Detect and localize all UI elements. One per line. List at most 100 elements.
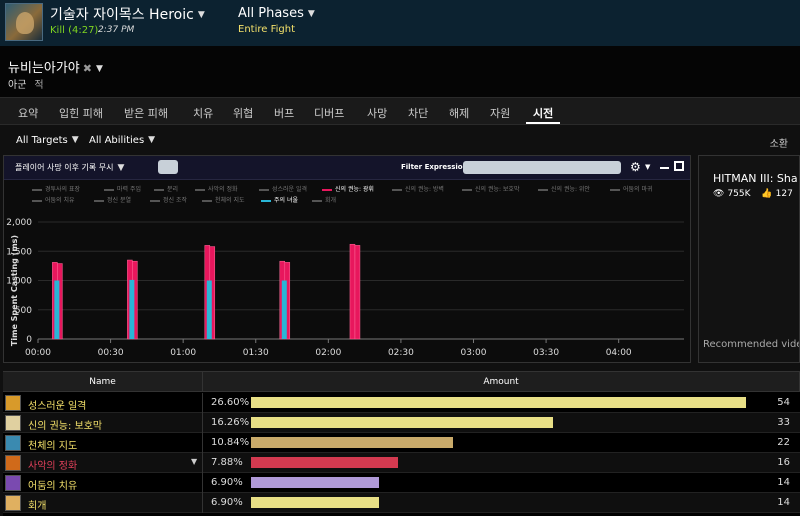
spell-icon xyxy=(5,495,21,511)
ability-name[interactable]: 회개 xyxy=(28,497,46,512)
ability-name[interactable]: 성스러운 일격 xyxy=(28,397,86,412)
x-tick-label: 03:00 xyxy=(461,348,487,358)
ability-name[interactable]: 사악의 정화 xyxy=(28,457,77,472)
y-tick-label: 2,000 xyxy=(6,218,32,228)
amount-bar xyxy=(251,497,379,508)
cast-count: 14 xyxy=(777,477,790,488)
cast-percent: 7.88% xyxy=(211,457,243,468)
chevron-down-icon: ▼ xyxy=(197,10,205,20)
cast-chart: 05001,0001,5002,00000:00 00:30 01:00 01:30 0… xyxy=(6,218,684,358)
chevron-down-icon[interactable]: ▼ xyxy=(96,64,103,74)
column-header-amount[interactable]: Amount xyxy=(203,372,800,392)
tab-5[interactable]: 버프 xyxy=(274,105,294,121)
spell-icon xyxy=(5,455,21,471)
targets-label: All Targets xyxy=(16,135,68,146)
tab-2[interactable]: 받은 피해 xyxy=(124,105,168,121)
cast-percent: 6.90% xyxy=(211,477,243,488)
chevron-down-icon: ▼ xyxy=(307,8,315,19)
cast-percent: 6.90% xyxy=(211,497,243,508)
amount-bar xyxy=(251,437,453,448)
column-divider xyxy=(202,393,203,413)
bar-secondary-spell xyxy=(281,280,287,339)
phase-subtitle: Entire Fight xyxy=(238,24,295,35)
table-row[interactable]: 천체의 지도 10.84% 22 xyxy=(3,433,800,453)
tag-enemy[interactable]: 적 xyxy=(34,80,43,91)
x-tick-label: 02:30 xyxy=(388,348,414,358)
video-ad[interactable]: HITMAN III: Sha 👁 755K 👍 127 Recommended v… xyxy=(698,155,800,363)
close-icon[interactable]: ✖ xyxy=(83,62,92,75)
cast-count: 14 xyxy=(777,497,790,508)
tab-0[interactable]: 요약 xyxy=(18,105,38,121)
amount-bar xyxy=(251,477,379,488)
targets-filter[interactable]: All Targets ▼ xyxy=(16,135,79,146)
ad-title[interactable]: HITMAN III: Sha xyxy=(713,172,798,185)
x-tick-label: 00:30 xyxy=(98,348,124,358)
tab-4[interactable]: 위협 xyxy=(233,105,253,121)
column-divider xyxy=(202,433,203,453)
tab-7[interactable]: 사망 xyxy=(367,105,387,121)
cast-percent: 16.26% xyxy=(211,417,250,428)
report-tabs: 요약 입힌 피해 받은 피해 치유 위협 버프 디버프 사망 차단 해제 자원 시전 xyxy=(0,97,800,125)
tab-9[interactable]: 해제 xyxy=(449,105,469,121)
chevron-down-icon: ▼ xyxy=(148,135,156,145)
ad-recommended-label: Recommended video xyxy=(703,339,800,350)
tab-11[interactable]: 시전 xyxy=(533,105,553,121)
cast-count: 22 xyxy=(777,437,790,448)
table-row[interactable]: 사악의 정화 ▼ 7.88% 16 xyxy=(3,453,800,473)
chevron-down-icon[interactable]: ▼ xyxy=(191,457,197,466)
column-divider xyxy=(202,453,203,473)
table-row[interactable]: 회개 6.90% 14 xyxy=(3,493,800,513)
abilities-filter[interactable]: All Abilities ▼ xyxy=(89,135,155,146)
tab-10[interactable]: 자원 xyxy=(490,105,510,121)
ability-name[interactable]: 어둠의 치유 xyxy=(28,477,77,492)
bar-power-word-radiance xyxy=(349,243,356,340)
phase-selector[interactable]: All Phases ▼ xyxy=(238,6,315,21)
table-row[interactable]: 신의 권능: 보호막 16.26% 33 xyxy=(3,413,800,433)
tab-6[interactable]: 디버프 xyxy=(314,105,344,121)
spell-icon xyxy=(5,415,21,431)
cast-count: 54 xyxy=(777,397,790,408)
phases-label: All Phases xyxy=(238,6,304,21)
tab-8[interactable]: 차단 xyxy=(408,105,428,121)
player-header: 뉴비는아가야 ✖ ▼ 아군 적 xyxy=(0,46,800,97)
ability-name[interactable]: 천체의 지도 xyxy=(28,437,77,452)
spell-icon xyxy=(5,395,21,411)
x-tick-label: 04:00 xyxy=(606,348,632,358)
table-row[interactable]: 성스러운 일격 26.60% 54 xyxy=(3,393,800,413)
abilities-label: All Abilities xyxy=(89,135,145,146)
boss-name: 기술자 자이목스 Heroic xyxy=(50,7,194,23)
ability-name[interactable]: 신의 권능: 보호막 xyxy=(28,417,102,432)
spell-icon xyxy=(5,435,21,451)
cast-count: 16 xyxy=(777,457,790,468)
active-tab-indicator xyxy=(526,122,560,124)
eye-icon: 👁 xyxy=(713,189,725,199)
table-row[interactable]: 어둠의 치유 6.90% 14 xyxy=(3,473,800,493)
top-bar: 기술자 자이목스 Heroic ▼ Kill (4:27) 2:37 PM All… xyxy=(0,0,800,46)
casts-table: Name Amount 성스러운 일격 26.60% 54 신의 권능: 보호막 16.… xyxy=(3,371,800,516)
chevron-down-icon: ▼ xyxy=(71,135,79,145)
cast-graph-panel: 플레이어 사망 이후 기록 무시 ▼ Filter Expression: ⚙ ▼… xyxy=(3,155,691,363)
cast-percent: 10.84% xyxy=(211,437,250,448)
summon-toggle[interactable]: 소환 xyxy=(770,135,788,150)
spell-icon xyxy=(5,475,21,491)
thumbs-up-icon: 👍 xyxy=(761,189,773,199)
column-divider xyxy=(202,493,203,513)
column-divider xyxy=(202,413,203,433)
boss-selector[interactable]: 기술자 자이목스 Heroic ▼ xyxy=(50,4,205,24)
bar-secondary-spell xyxy=(129,279,135,339)
amount-bar xyxy=(251,397,746,408)
tag-friendly[interactable]: 아군 xyxy=(8,80,26,91)
y-axis-label: Time Spent Casting (ms) xyxy=(10,235,19,346)
tab-1[interactable]: 입힌 피해 xyxy=(59,105,103,121)
player-selector[interactable]: 뉴비는아가야 ✖ ▼ xyxy=(8,57,103,76)
column-divider xyxy=(202,473,203,493)
bar-secondary-spell xyxy=(54,280,60,339)
filter-bar: All Targets ▼ All Abilities ▼ 소환 xyxy=(0,125,800,155)
ad-views: 755K xyxy=(727,189,751,199)
x-tick-label: 02:00 xyxy=(315,348,341,358)
ad-stats: 👁 755K 👍 127 xyxy=(713,189,793,199)
tab-3[interactable]: 치유 xyxy=(193,105,213,121)
amount-bar xyxy=(251,457,398,468)
cast-percent: 26.60% xyxy=(211,397,250,408)
column-header-name[interactable]: Name xyxy=(3,372,203,392)
